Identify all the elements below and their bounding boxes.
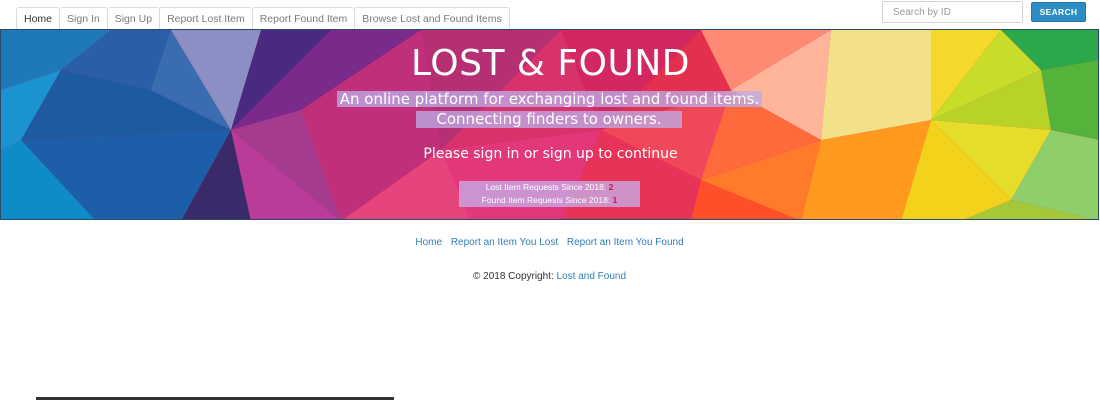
found-requests-count: 1 (612, 195, 618, 205)
tab-sign-in[interactable]: Sign In (59, 7, 108, 29)
tagline-line-2: Connecting finders to owners. (416, 111, 682, 128)
lost-requests-label: Lost Item Requests Since 2018: (485, 182, 607, 192)
tab-report-found-item[interactable]: Report Found Item (251, 7, 356, 29)
request-stats: Lost Item Requests Since 2018: 2 Found I… (459, 181, 640, 207)
copyright-link[interactable]: Lost and Found (557, 271, 627, 282)
tagline-line-1: An online platform for exchanging lost a… (337, 91, 762, 107)
tab-browse-items[interactable]: Browse Lost and Found Items (354, 7, 510, 29)
tab-home[interactable]: Home (16, 7, 61, 29)
lost-requests-count: 2 (608, 182, 614, 192)
footer-link-report-found[interactable]: Report an Item You Found (567, 237, 684, 248)
nav-tabs: Home Sign In Sign Up Report Lost Item Re… (16, 7, 510, 29)
lost-requests-line: Lost Item Requests Since 2018: 2 (459, 181, 640, 194)
found-requests-label: Found Item Requests Since 2018: (481, 195, 611, 205)
tab-report-lost-item[interactable]: Report Lost Item (159, 7, 253, 29)
hero-banner: LOST & FOUND An online platform for exch… (0, 29, 1099, 220)
search-input[interactable] (882, 1, 1023, 23)
found-requests-line: Found Item Requests Since 2018: 1 (459, 194, 640, 207)
footer-link-report-lost[interactable]: Report an Item You Lost (451, 237, 558, 248)
hero-title: LOST & FOUND (411, 43, 690, 84)
search-button[interactable]: SEARCH (1031, 2, 1086, 22)
footer-links: Home Report an Item You Lost Report an I… (0, 237, 1099, 248)
copyright: © 2018 Copyright: Lost and Found (0, 271, 1099, 282)
copyright-text: © 2018 Copyright: (472, 271, 554, 282)
signin-prompt: Please sign in or sign up to continue (423, 146, 678, 162)
tab-sign-up[interactable]: Sign Up (106, 7, 161, 29)
footer-link-home[interactable]: Home (415, 237, 442, 248)
